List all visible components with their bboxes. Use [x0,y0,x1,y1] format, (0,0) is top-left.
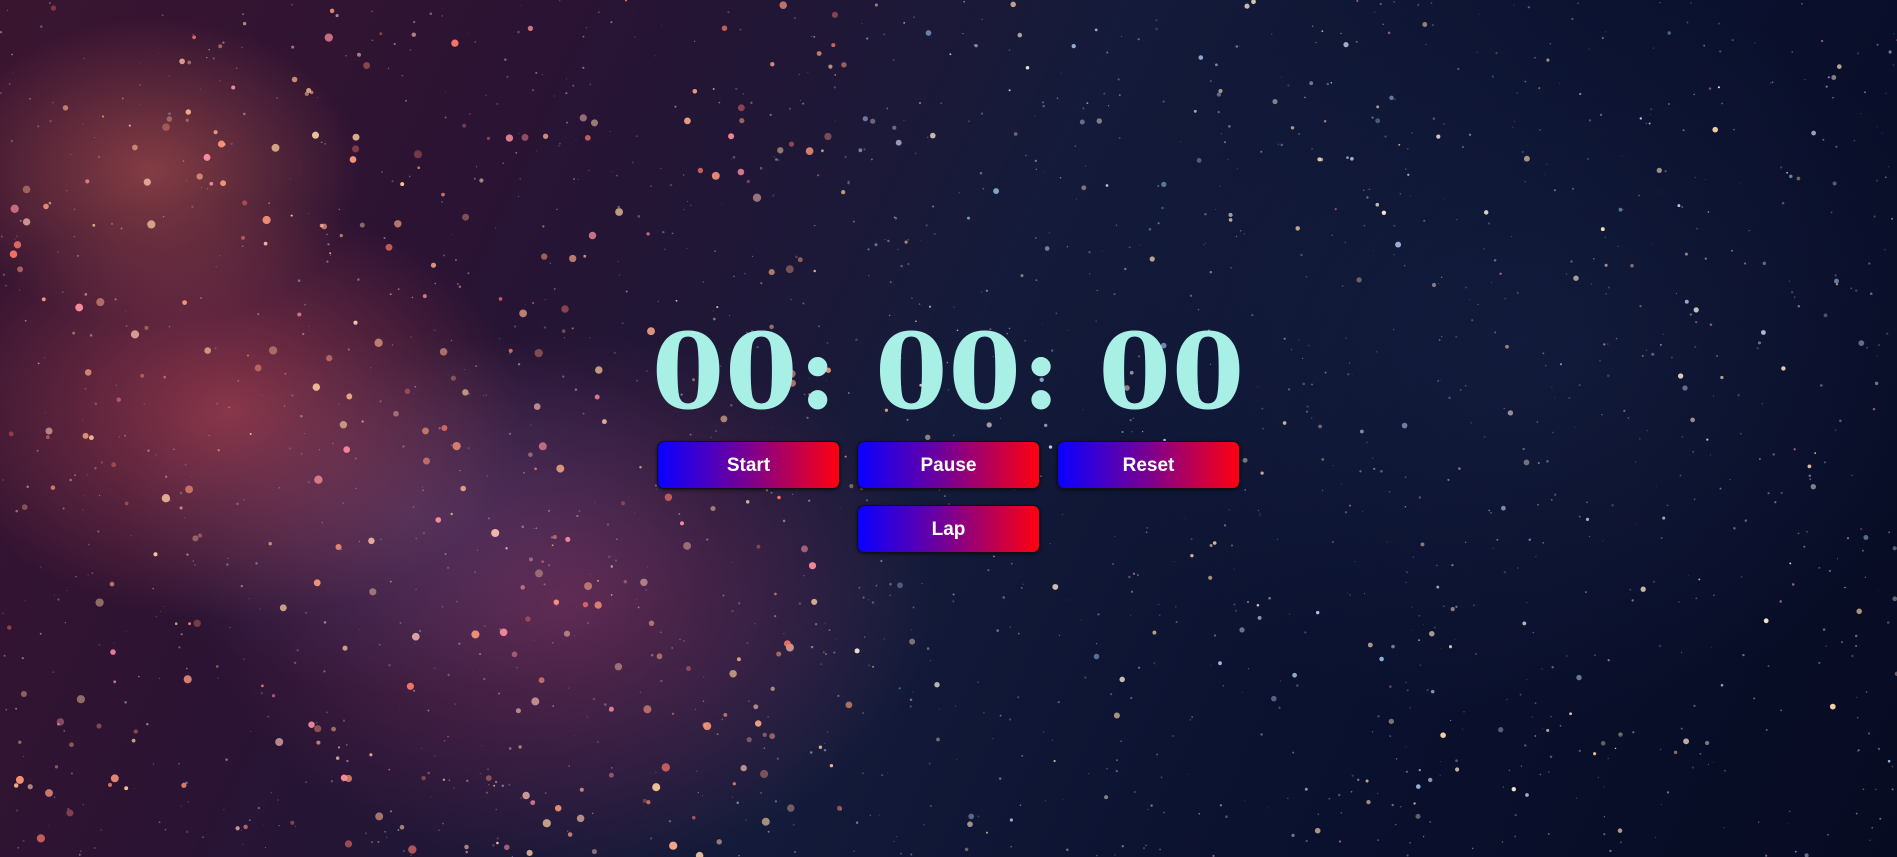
start-button[interactable]: Start [657,441,840,489]
stopwatch: 00: 00: 00 Start Pause Reset Lap [0,0,1897,857]
reset-button[interactable]: Reset [1057,441,1240,489]
lap-button[interactable]: Lap [857,505,1040,553]
time-display: 00: 00: 00 [651,310,1246,433]
pause-button[interactable]: Pause [857,441,1040,489]
